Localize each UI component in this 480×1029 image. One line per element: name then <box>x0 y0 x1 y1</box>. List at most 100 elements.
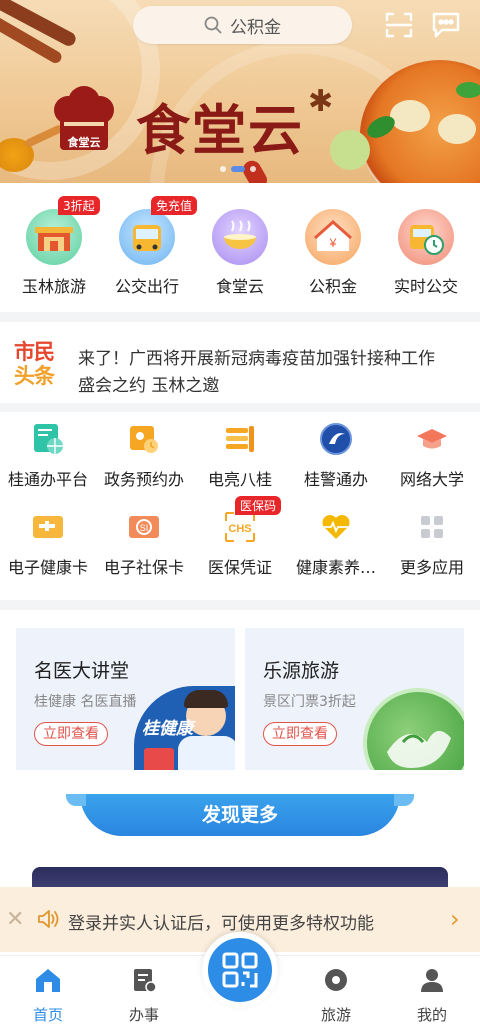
app-label: 电子健康卡 <box>7 558 88 577</box>
app-label: 电亮八桂 <box>207 470 272 489</box>
app-more-apps[interactable]: 更多应用 <box>384 510 480 578</box>
search-bar[interactable]: 公积金 <box>133 6 352 44</box>
document-icon <box>134 969 157 993</box>
quick-realtime-bus[interactable]: 实时公交 <box>378 209 474 297</box>
citizen-headlines[interactable]: 市民 头条 来了！广西将开展新冠病毒疫苗加强针接种工作 盛会之约 玉林之邀 <box>0 322 480 403</box>
quick-label: 玉林旅游 <box>21 277 86 296</box>
app-network-university[interactable]: 网络大学 <box>384 422 480 490</box>
quick-yulin-travel[interactable]: 3折起 玉林旅游 <box>6 196 102 297</box>
tab-travel[interactable]: 旅游 <box>306 966 366 1025</box>
electricity-icon <box>223 422 257 456</box>
card-subtitle: 景区门票3折起 <box>263 694 356 710</box>
quick-label: 公交出行 <box>114 277 179 296</box>
card-title: 名医大讲堂 <box>34 660 130 682</box>
realtime-bus-icon <box>398 209 454 265</box>
user-icon <box>421 969 443 992</box>
leyuan-logo-illustration <box>363 688 464 770</box>
app-label: 桂通办平台 <box>7 470 88 489</box>
quick-bus-travel[interactable]: 免充值 公交出行 <box>99 196 198 297</box>
doctor-illustration: 桂健康 <box>134 686 235 770</box>
heart-pulse-icon <box>319 510 353 544</box>
tab-label: 旅游 <box>320 1006 351 1024</box>
platform-globe-icon <box>31 422 65 456</box>
tab-services[interactable]: 办事 <box>114 966 174 1025</box>
bus-icon: 免充值 <box>119 196 198 265</box>
quick-canteen-cloud[interactable]: 食堂云 <box>192 209 288 297</box>
chevron-right-icon[interactable]: › <box>450 905 460 933</box>
tab-label: 我的 <box>416 1006 447 1024</box>
card-art-text: 桂健康 <box>142 719 193 739</box>
compass-icon <box>325 969 347 991</box>
quick-label: 公积金 <box>308 277 357 296</box>
promo-cards: 名医大讲堂 桂健康 名医直播 立即查看 桂健康 乐源旅游 景区门票3折起 立即查… <box>0 610 480 788</box>
tab-label: 首页 <box>32 1006 63 1024</box>
logo-line1: 市民 <box>14 340 55 364</box>
view-now-button[interactable]: 立即查看 <box>34 722 108 746</box>
recharge-badge: 免充值 <box>151 196 198 215</box>
notice-text: 登录并实人认证后，可使用更多特权功能 <box>68 914 374 934</box>
scan-code-button[interactable] <box>202 932 278 1008</box>
app-health-literacy[interactable]: 健康素养… <box>288 510 384 578</box>
appointment-icon <box>127 422 161 456</box>
speaker-icon <box>36 908 60 934</box>
apps-grid: 桂通办平台 政务预约办 电亮八桂 桂警通办 网络大学 电子健康卡 SI 电子社保… <box>0 412 480 600</box>
quick-services: 3折起 玉林旅游 免充值 公交出行 食堂云 ¥ 公积金 实时公交 <box>0 183 480 312</box>
logo-text: 食堂云 <box>67 136 101 149</box>
social-security-icon: SI <box>127 510 161 544</box>
card-leyuan-travel[interactable]: 乐源旅游 景区门票3折起 立即查看 <box>245 628 464 770</box>
home-icon <box>36 969 60 992</box>
logo-line2: 头条 <box>14 364 55 388</box>
tab-mine[interactable]: 我的 <box>402 966 462 1025</box>
canteen-bowl-icon <box>212 209 268 265</box>
citizen-headlines-logo: 市民 头条 <box>14 340 66 390</box>
insurance-code-badge: 医保码 <box>235 496 282 515</box>
star-anise-decoration: ✱ <box>308 84 334 119</box>
card-title: 乐源旅游 <box>263 660 340 682</box>
app-electric-bagui[interactable]: 电亮八桂 <box>192 422 288 490</box>
news-item[interactable]: 来了！广西将开展新冠病毒疫苗加强针接种工作 <box>78 344 435 369</box>
discover-more-title: 发现更多 <box>66 794 414 836</box>
discount-badge: 3折起 <box>58 196 100 215</box>
app-guijing-police[interactable]: 桂警通办 <box>288 422 384 490</box>
quick-label: 食堂云 <box>215 277 264 296</box>
app-medical-insurance[interactable]: CHS 医保码 医保凭证 <box>192 496 288 578</box>
quick-housing-fund[interactable]: ¥ 公积金 <box>285 209 381 297</box>
search-text: 公积金 <box>230 17 281 38</box>
banner-title: 食堂云 <box>136 98 304 162</box>
svg-text:¥: ¥ <box>329 236 337 250</box>
app-label: 政务预约办 <box>103 470 184 489</box>
app-label: 网络大学 <box>399 470 464 489</box>
svg-text:SI: SI <box>140 523 149 533</box>
svg-text:CHS: CHS <box>228 523 251 535</box>
quick-label: 实时公交 <box>393 277 458 296</box>
travel-gate-icon: 3折起 <box>26 196 100 265</box>
view-now-button[interactable]: 立即查看 <box>263 722 337 746</box>
app-label: 电子社保卡 <box>103 558 184 577</box>
close-icon[interactable]: ✕ <box>6 907 24 932</box>
app-health-card[interactable]: 电子健康卡 <box>0 510 96 578</box>
health-card-icon <box>31 510 65 544</box>
app-label: 医保凭证 <box>207 558 272 577</box>
message-icon[interactable] <box>430 10 460 40</box>
app-label: 更多应用 <box>399 558 464 577</box>
app-social-security-card[interactable]: SI 电子社保卡 <box>96 510 192 578</box>
scan-icon[interactable] <box>384 10 414 40</box>
app-label: 健康素养… <box>295 558 376 577</box>
tab-home[interactable]: 首页 <box>18 966 78 1025</box>
card-subtitle: 桂健康 名医直播 <box>34 694 137 710</box>
top-banner[interactable]: ✱ 食堂云 食堂云 公积金 <box>0 0 480 183</box>
police-badge-icon <box>319 422 353 456</box>
app-guitong-platform[interactable]: 桂通办平台 <box>0 422 96 490</box>
card-famous-doctor[interactable]: 名医大讲堂 桂健康 名医直播 立即查看 桂健康 <box>16 628 235 770</box>
medical-insurance-icon: CHS 医保码 <box>223 496 282 544</box>
canteen-logo-icon: 食堂云 <box>48 84 120 156</box>
app-label: 桂警通办 <box>303 470 368 489</box>
housing-fund-icon: ¥ <box>305 209 361 265</box>
carousel-dots <box>220 166 256 172</box>
graduation-cap-icon <box>415 422 449 456</box>
news-item[interactable]: 盛会之约 玉林之邀 <box>78 371 219 396</box>
app-government-appointment[interactable]: 政务预约办 <box>96 422 192 490</box>
qr-scan-icon <box>222 952 258 988</box>
grid-icon <box>415 510 449 544</box>
tab-label: 办事 <box>128 1006 159 1024</box>
